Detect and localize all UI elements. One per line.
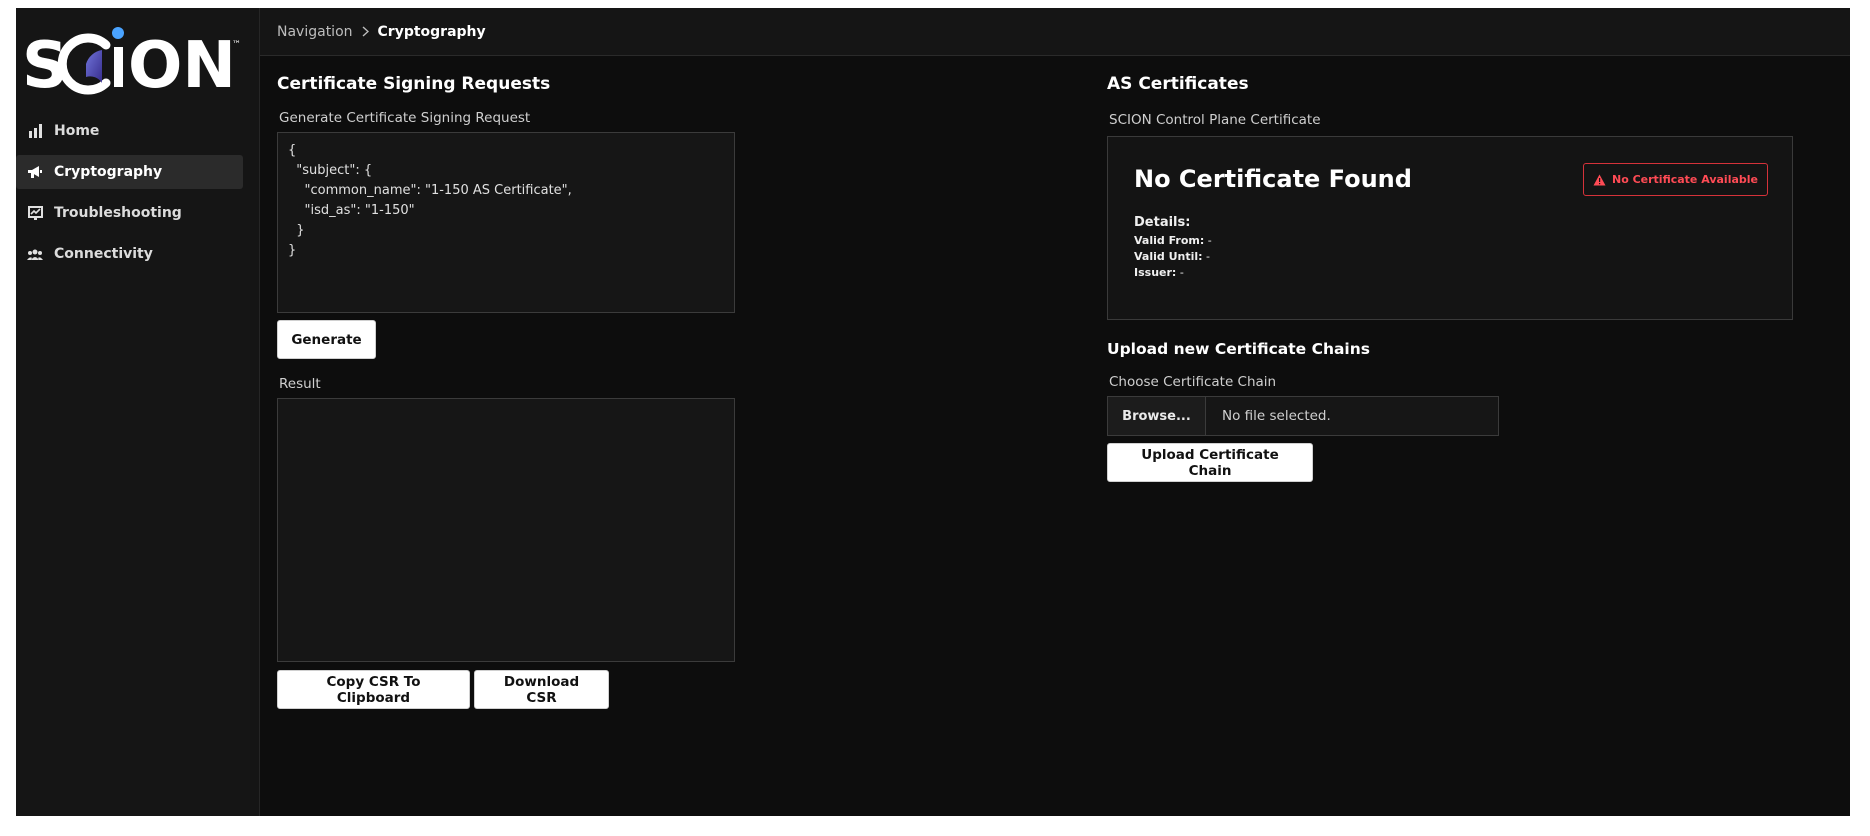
certificate-details: Details: Valid From: - Valid Until: - Is… [1134,215,1212,281]
status-badge-label: No Certificate Available [1611,173,1758,186]
sidebar-item-home[interactable]: Home [16,114,243,148]
sidebar-item-label: Troubleshooting [54,205,182,221]
csr-title: Certificate Signing Requests [277,74,551,94]
upload-certificate-chain-button[interactable]: Upload Certificate Chain [1107,443,1313,482]
csr-section: Certificate Signing Requests Generate Ce… [277,74,737,709]
generate-csr-label: Generate Certificate Signing Request [279,110,531,126]
choose-chain-label: Choose Certificate Chain [1109,374,1277,390]
status-badge: No Certificate Available [1582,163,1768,196]
svg-text:™: ™ [232,40,241,50]
certificate-status-title: No Certificate Found [1134,165,1412,193]
svg-text:ON: ON [128,29,236,95]
sidebar-item-cryptography[interactable]: Cryptography [16,155,243,189]
sidebar-item-label: Connectivity [54,246,153,262]
as-certificates-section: AS Certificates SCION Control Plane Cert… [1107,74,1797,482]
download-csr-button[interactable]: Download CSR [474,670,609,709]
sidebar-item-connectivity[interactable]: Connectivity [16,237,243,271]
csr-request-textarea[interactable]: { "subject": { "common_name": "1-150 AS … [277,132,735,313]
certificate-card: No Certificate Found No Certificate Avai… [1107,136,1793,320]
breadcrumb: Navigation Cryptography [260,8,1850,56]
result-label: Result [279,376,321,392]
as-certificates-title: AS Certificates [1107,74,1249,94]
control-plane-cert-label: SCION Control Plane Certificate [1109,112,1321,128]
clipboard-chart-icon [26,205,44,221]
sidebar-item-troubleshooting[interactable]: Troubleshooting [16,196,243,230]
sidebar-item-label: Cryptography [54,164,163,180]
generate-button[interactable]: Generate [277,320,376,359]
chevron-right-icon [362,26,369,37]
sidebar-nav: Home Cryptography Troubleshooting Connec… [16,114,259,271]
megaphone-icon [26,164,44,180]
valid-from-row: Valid From: - [1134,234,1212,247]
warning-icon [1593,174,1606,185]
scion-logo[interactable]: S ON ™ [16,18,259,100]
breadcrumb-current: Cryptography [377,23,486,40]
breadcrumb-root[interactable]: Navigation [277,24,353,40]
csr-result-textarea[interactable] [277,398,735,662]
main-content: Navigation Cryptography Certificate Sign… [260,8,1850,816]
details-heading: Details: [1134,215,1191,230]
valid-until-row: Valid Until: - [1134,250,1211,263]
app-window: S ON ™ Home Cryptography Troubleshooting… [16,8,1850,816]
certificate-chain-file-input[interactable]: Browse... No file selected. [1107,396,1499,436]
sidebar: S ON ™ Home Cryptography Troubleshooting… [16,8,260,816]
file-status: No file selected. [1222,408,1331,424]
upload-title: Upload new Certificate Chains [1107,340,1371,358]
sidebar-item-label: Home [54,123,100,139]
issuer-row: Issuer: - [1134,266,1184,279]
copy-csr-button[interactable]: Copy CSR To Clipboard [277,670,470,709]
browse-button[interactable]: Browse... [1108,397,1206,435]
users-icon [26,246,44,262]
bar-chart-icon [26,123,44,139]
